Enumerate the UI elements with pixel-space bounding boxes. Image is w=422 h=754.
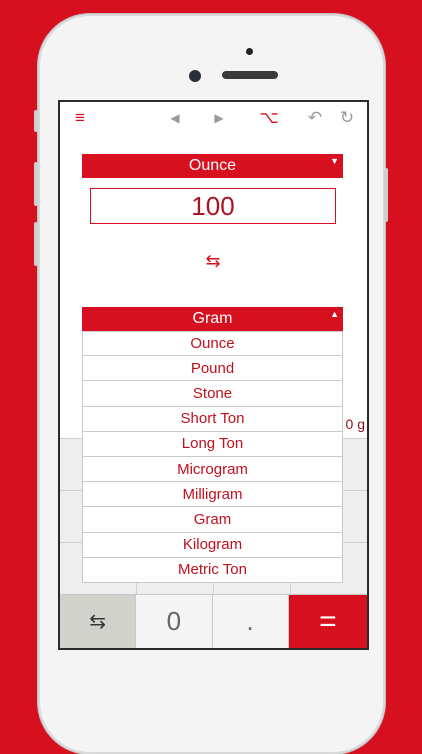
earpiece-speaker [222,71,278,79]
dropdown-option[interactable]: Metric Ton [82,557,343,583]
dropdown-option[interactable]: Ounce [82,331,343,357]
from-unit-label: Ounce [188,157,237,174]
option-icon[interactable]: ⌥ [258,107,280,129]
from-unit-select[interactable]: Ounce ▼ [82,154,343,178]
app-screen: ≡ ◀ ▶ ⌥ ↶ ↻ Ounce ▼ 100 ⇆ 0 g Gram ▲ Oun… [58,100,369,650]
power-button [384,168,388,222]
mute-switch [34,110,38,132]
decimal-key[interactable]: . [212,594,289,648]
chevron-down-icon: ▼ [330,156,339,166]
volume-up-button [34,162,38,206]
value-input[interactable]: 100 [90,188,336,224]
front-camera [189,70,201,82]
swap-key-icon[interactable]: ⇆ [60,594,137,648]
dropdown-option[interactable]: Long Ton [82,431,343,457]
dropdown-option[interactable]: Stone [82,381,343,407]
dropdown-option[interactable]: Microgram [82,456,343,483]
dropdown-option[interactable]: Pound [82,356,343,382]
dropdown-option[interactable]: Milligram [82,482,343,508]
to-unit-label: Gram [192,310,233,327]
unit-dropdown-list: Ounce Pound Stone Short Ton Long Ton Mic… [82,331,343,583]
dropdown-option[interactable]: Gram [82,507,343,533]
volume-down-button [34,222,38,266]
undo-icon[interactable]: ↶ [304,107,326,129]
equals-button[interactable]: = [288,594,367,648]
dropdown-option[interactable]: Short Ton [82,406,343,432]
to-unit-select[interactable]: Gram ▲ [82,307,343,331]
result-value: 0 g [345,416,365,432]
chevron-up-icon: ▲ [330,309,339,319]
zero-key[interactable]: 0 [136,594,213,648]
forward-arrow-icon[interactable]: ▶ [208,107,230,129]
dropdown-option[interactable]: Kilogram [82,532,343,558]
menu-icon[interactable]: ≡ [68,107,92,129]
keypad-bottom-row: ⇆ 0 . = [60,594,367,648]
toolbar: ≡ ◀ ▶ ⌥ ↶ ↻ [60,102,367,134]
redo-icon[interactable]: ↻ [336,107,358,129]
swap-units-icon[interactable]: ⇆ [202,250,224,272]
sensor-dot [246,48,253,55]
back-arrow-icon[interactable]: ◀ [164,107,186,129]
